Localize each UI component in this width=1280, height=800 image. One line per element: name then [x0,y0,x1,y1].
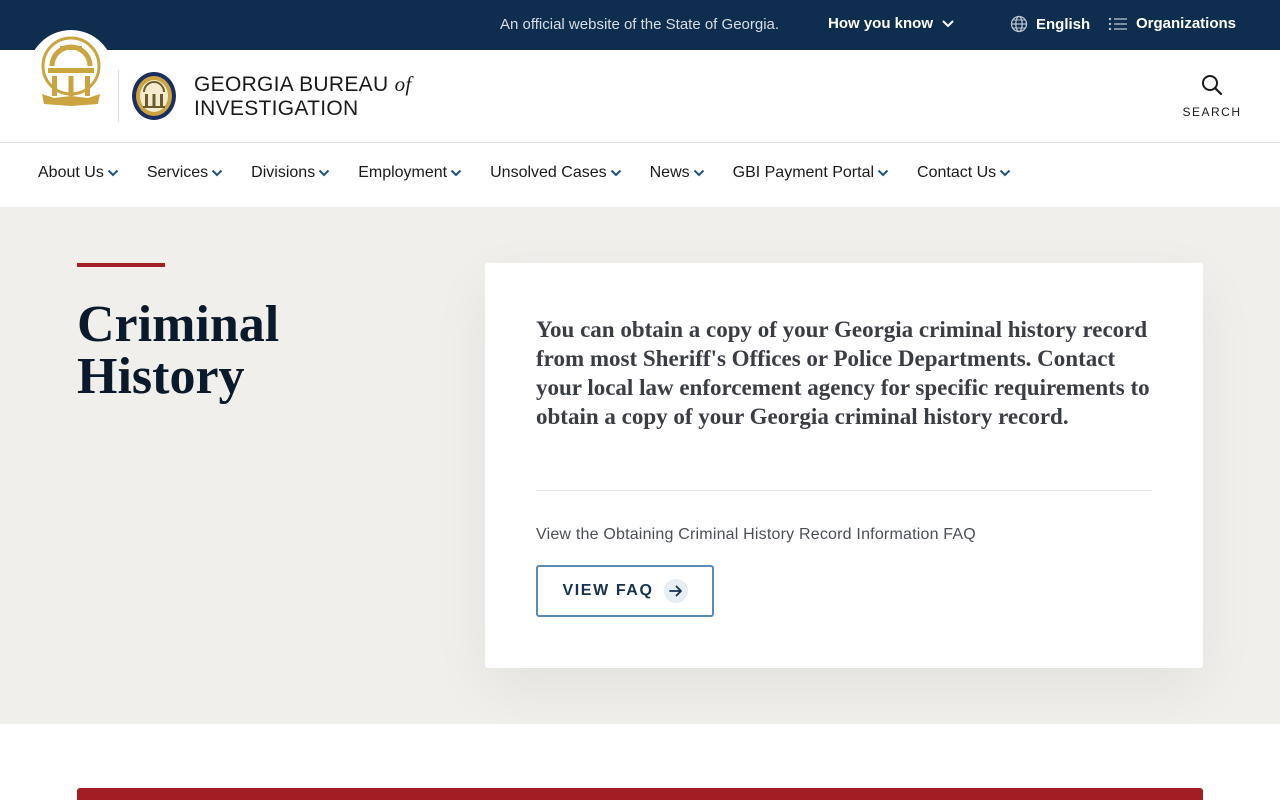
brand-line-2: INVESTIGATION [194,97,359,120]
hero-section: Criminal History You can obtain a copy o… [0,207,1280,724]
search-icon [1202,75,1223,96]
nav-label: About Us [38,164,104,181]
arrow-right-icon [663,579,688,603]
site-header: GEORGIA BUREAU of INVESTIGATION SEARCH [0,30,1280,143]
brand-of: of [394,72,412,96]
view-faq-label: VIEW FAQ [562,582,654,599]
organizations-label: Organizations [1136,15,1237,32]
official-site-text: An official website of the State of Geor… [500,16,780,33]
brand-line-1: GEORGIA BUREAU [194,73,389,96]
georgia-capitol-seal-icon [41,36,101,106]
globe-icon [1010,15,1028,33]
page-title: Criminal History [77,296,280,405]
gbi-badge-icon [132,72,176,120]
info-card: You can obtain a copy of your Georgia cr… [485,263,1203,668]
nav-item-unsolved-cases[interactable]: Unsolved Cases [490,164,622,182]
nav-label: News [649,164,690,181]
chevron-down-icon [610,169,621,177]
chevron-down-icon [877,169,889,177]
chevron-down-icon [318,169,330,177]
chevron-down-icon [107,169,119,177]
nav-item-contact-us[interactable]: Contact Us [917,164,1011,182]
chevron-down-icon [693,169,704,177]
chevron-down-icon [999,169,1011,177]
nav-item-about-us[interactable]: About Us [38,164,119,182]
nav-item-employment[interactable]: Employment [358,164,462,182]
nav-label: Employment [358,164,448,181]
nav-label: Contact Us [917,164,997,181]
nav-label: Services [146,164,209,181]
how-you-know-label: How you know [828,15,933,32]
language-selector[interactable]: English [1010,15,1090,33]
card-divider [536,490,1152,491]
chevron-down-icon [450,169,462,177]
how-you-know-toggle[interactable]: How you know [828,15,955,32]
organizations-menu[interactable]: Organizations [1108,15,1236,32]
official-banner: An official website of the State of Geor… [0,0,1280,50]
nav-item-news[interactable]: News [650,164,705,182]
list-icon [1108,17,1127,30]
faq-description: View the Obtaining Criminal History Reco… [536,526,976,543]
chevron-down-icon [211,169,223,177]
nav-label: GBI Payment Portal [732,164,875,181]
header-divider [118,70,119,122]
main-navigation: About Us Services Divisions Employment U… [0,143,1280,207]
nav-item-services[interactable]: Services [147,164,223,182]
search-button[interactable]: SEARCH [1180,74,1244,119]
title-accent-bar [77,263,165,267]
chevron-down-icon [942,19,954,27]
nav-item-divisions[interactable]: Divisions [251,164,330,182]
nav-label: Divisions [251,164,316,181]
lead-paragraph: You can obtain a copy of your Georgia cr… [536,317,1150,429]
footer-accent-bar [77,788,1203,800]
site-brand-name[interactable]: GEORGIA BUREAU of INVESTIGATION [194,72,412,121]
nav-item-gbi-payment-portal[interactable]: GBI Payment Portal [733,164,889,182]
view-faq-button[interactable]: VIEW FAQ [536,565,714,617]
language-label: English [1036,15,1091,33]
georgia-state-seal-logo[interactable] [28,30,114,116]
search-label: SEARCH [1182,105,1242,119]
nav-label: Unsolved Cases [490,164,607,181]
